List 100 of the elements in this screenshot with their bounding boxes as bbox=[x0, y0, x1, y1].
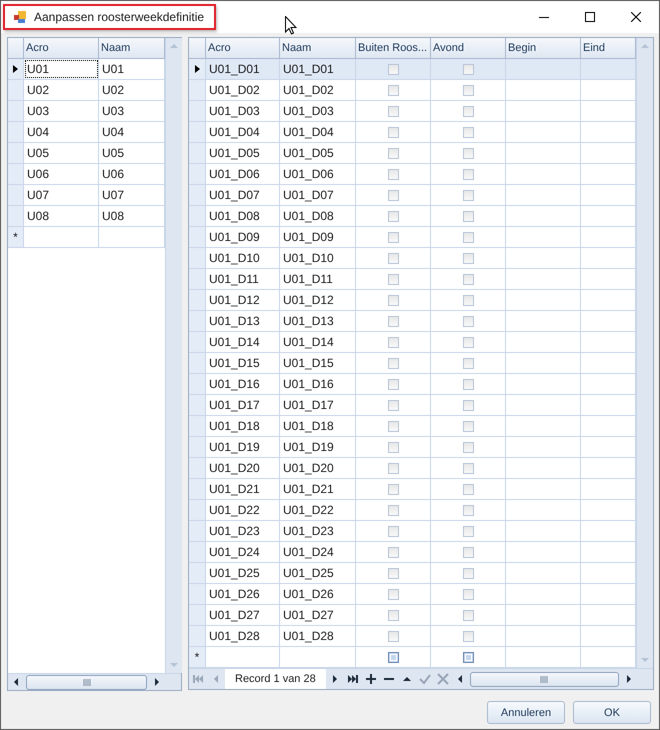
checkbox[interactable] bbox=[462, 148, 474, 158]
column-header[interactable]: Acro bbox=[24, 38, 99, 58]
checkbox[interactable] bbox=[388, 568, 398, 578]
checkbox[interactable] bbox=[462, 252, 474, 264]
table-cell: U01 bbox=[24, 59, 99, 79]
table-cell: U01_D23 bbox=[206, 521, 280, 541]
checkbox[interactable] bbox=[462, 316, 474, 326]
maximize-icon[interactable] bbox=[585, 12, 595, 22]
table-cell: U01_D20 bbox=[280, 458, 356, 478]
checkbox[interactable] bbox=[388, 168, 398, 180]
table-cell: U01_D28 bbox=[206, 626, 280, 646]
column-header[interactable]: Avond bbox=[431, 38, 506, 58]
checkbox[interactable] bbox=[462, 84, 474, 96]
table-cell: U01_D01 bbox=[280, 59, 356, 79]
table-cell: U01_D08 bbox=[206, 206, 280, 226]
checkbox[interactable] bbox=[388, 106, 398, 116]
checkbox[interactable] bbox=[388, 64, 398, 74]
column-header[interactable]: Naam bbox=[280, 38, 356, 58]
table-cell: U01_D06 bbox=[206, 164, 280, 184]
table-cell: U01_D05 bbox=[206, 143, 280, 163]
table-cell: U01_D27 bbox=[206, 605, 280, 625]
checkbox[interactable] bbox=[388, 148, 398, 158]
checkbox[interactable] bbox=[462, 274, 474, 284]
checkbox[interactable] bbox=[388, 630, 398, 642]
column-header[interactable]: Acro bbox=[206, 38, 280, 58]
checkbox[interactable] bbox=[462, 504, 474, 516]
checkbox[interactable] bbox=[462, 106, 474, 116]
checkbox[interactable] bbox=[462, 568, 474, 578]
table-cell: U01_D02 bbox=[280, 80, 356, 100]
checkbox[interactable] bbox=[388, 546, 398, 558]
checkbox[interactable] bbox=[462, 630, 474, 642]
checkbox[interactable] bbox=[462, 442, 474, 452]
checkbox[interactable] bbox=[388, 336, 398, 348]
checkbox[interactable] bbox=[462, 126, 474, 138]
table-cell: U01_D23 bbox=[280, 521, 356, 541]
checkbox[interactable] bbox=[388, 484, 398, 494]
checkbox[interactable] bbox=[462, 232, 474, 242]
column-header[interactable]: Buiten Roos... bbox=[356, 38, 431, 58]
checkbox[interactable] bbox=[462, 358, 474, 368]
dialog-button[interactable]: Annuleren bbox=[487, 701, 565, 724]
table-cell: U01_D17 bbox=[280, 395, 356, 415]
checkbox[interactable] bbox=[462, 190, 474, 200]
checkbox[interactable] bbox=[462, 400, 474, 410]
checkbox[interactable] bbox=[388, 610, 398, 620]
checkbox[interactable] bbox=[462, 484, 474, 494]
checkbox[interactable] bbox=[388, 462, 398, 474]
checkbox[interactable] bbox=[462, 64, 474, 74]
scroll-thumb[interactable] bbox=[470, 672, 619, 686]
table-cell: U01_D06 bbox=[280, 164, 356, 184]
table-cell: U01_D03 bbox=[280, 101, 356, 121]
table-cell: U01_D01 bbox=[206, 59, 280, 79]
checkbox[interactable] bbox=[388, 588, 398, 600]
app-icon bbox=[13, 10, 27, 24]
checkbox[interactable] bbox=[388, 274, 398, 284]
table-cell: U01_D11 bbox=[280, 269, 356, 289]
table-cell: U01_D21 bbox=[280, 479, 356, 499]
close-icon[interactable] bbox=[631, 12, 641, 22]
checkbox[interactable] bbox=[462, 462, 474, 474]
new-row-marker: * bbox=[8, 227, 24, 247]
checkbox[interactable] bbox=[462, 652, 474, 662]
dialog-button[interactable]: OK bbox=[573, 701, 651, 724]
checkbox[interactable] bbox=[388, 358, 398, 368]
checkbox[interactable] bbox=[388, 504, 398, 516]
checkbox[interactable] bbox=[388, 526, 398, 536]
checkbox[interactable] bbox=[462, 420, 474, 432]
checkbox[interactable] bbox=[388, 316, 398, 326]
table-cell: U01_D24 bbox=[206, 542, 280, 562]
table-cell: U01_D22 bbox=[280, 500, 356, 520]
table-cell: U01_D07 bbox=[206, 185, 280, 205]
table-cell: U01_D18 bbox=[206, 416, 280, 436]
window-title: Aanpassen roosterweekdefinitie bbox=[3, 4, 216, 30]
checkbox[interactable] bbox=[462, 210, 474, 222]
checkbox[interactable] bbox=[388, 378, 398, 390]
checkbox[interactable] bbox=[388, 442, 398, 452]
checkbox[interactable] bbox=[462, 336, 474, 348]
checkbox[interactable] bbox=[462, 294, 474, 306]
checkbox[interactable] bbox=[388, 190, 398, 200]
checkbox[interactable] bbox=[388, 210, 398, 222]
table-cell: U01_D04 bbox=[280, 122, 356, 142]
table-cell: U01_D26 bbox=[280, 584, 356, 604]
checkbox[interactable] bbox=[462, 378, 474, 390]
checkbox[interactable] bbox=[388, 652, 398, 662]
checkbox[interactable] bbox=[462, 168, 474, 180]
checkbox[interactable] bbox=[388, 294, 398, 306]
table-cell: U01_D02 bbox=[206, 80, 280, 100]
checkbox[interactable] bbox=[388, 84, 398, 96]
checkbox[interactable] bbox=[462, 546, 474, 558]
checkbox[interactable] bbox=[388, 126, 398, 138]
checkbox[interactable] bbox=[462, 588, 474, 600]
checkbox[interactable] bbox=[462, 526, 474, 536]
table-cell: U01_D13 bbox=[206, 311, 280, 331]
column-header[interactable]: Begin bbox=[506, 38, 581, 58]
checkbox[interactable] bbox=[462, 610, 474, 620]
checkbox[interactable] bbox=[388, 420, 398, 432]
checkbox[interactable] bbox=[388, 400, 398, 410]
checkbox[interactable] bbox=[388, 252, 398, 264]
table-cell: U01_D21 bbox=[206, 479, 280, 499]
checkbox[interactable] bbox=[388, 232, 398, 242]
scroll-thumb[interactable] bbox=[26, 674, 147, 690]
minimize-icon[interactable] bbox=[539, 16, 549, 18]
